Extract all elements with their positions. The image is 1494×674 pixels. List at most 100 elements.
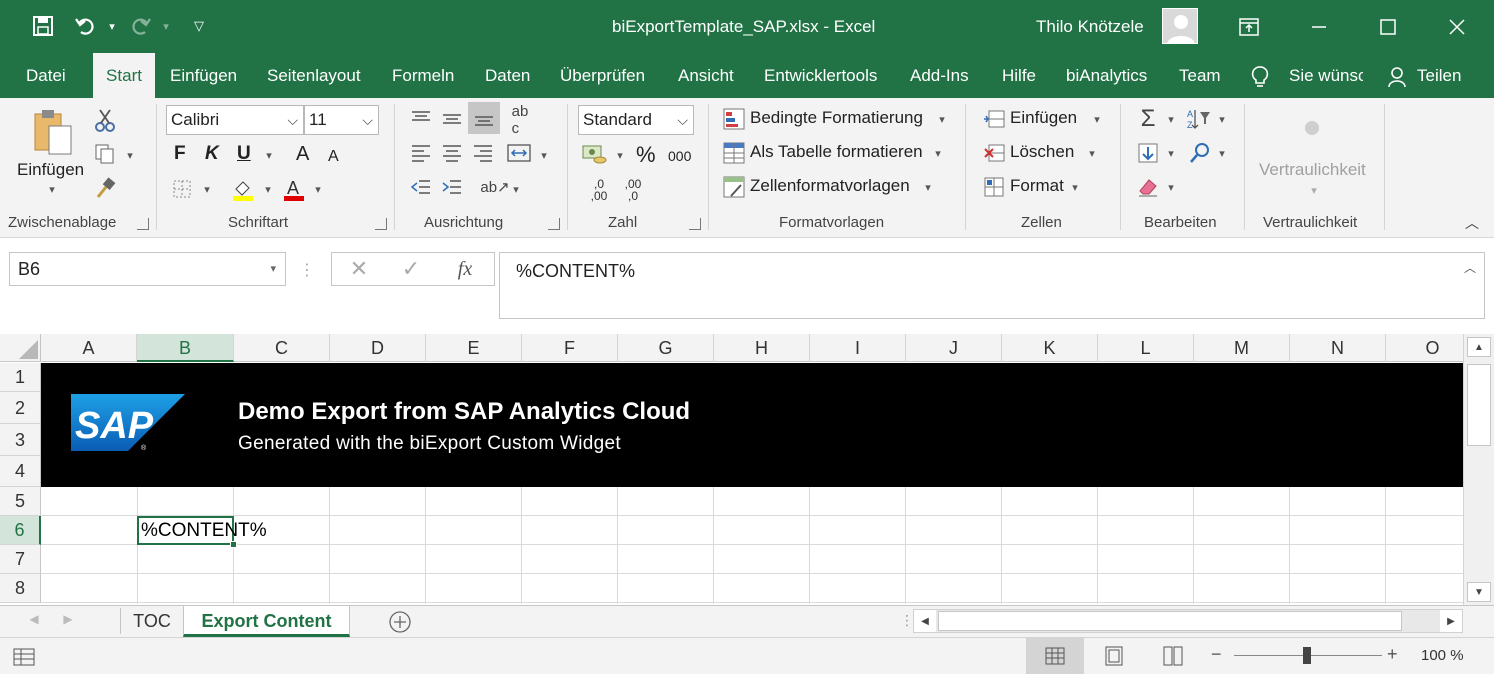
merge-dropdown-icon[interactable]: ▾ <box>538 148 550 162</box>
column-header[interactable]: B <box>137 334 234 362</box>
conditional-formatting-icon[interactable] <box>722 107 746 131</box>
undo-icon[interactable] <box>72 12 100 40</box>
cell-styles-button[interactable]: Zellenformatvorlagen <box>750 176 910 196</box>
sort-filter-dropdown-icon[interactable]: ▾ <box>1216 112 1228 126</box>
share-button[interactable]: Teilen <box>1417 53 1461 98</box>
autosum-dropdown-icon[interactable]: ▾ <box>1165 112 1177 126</box>
horizontal-scroll-thumb[interactable] <box>938 611 1402 631</box>
format-cells-icon[interactable] <box>982 175 1006 199</box>
select-all-button[interactable] <box>0 334 41 362</box>
tab-daten[interactable]: Daten <box>485 53 530 98</box>
scroll-down-icon[interactable]: ▼ <box>1467 582 1491 602</box>
fill-color-dropdown-icon[interactable]: ▾ <box>262 182 274 196</box>
number-format-select[interactable]: Standard ⌵ <box>578 105 694 135</box>
tab-bianalytics[interactable]: biAnalytics <box>1066 53 1147 98</box>
paste-button[interactable]: Einfügen <box>17 160 84 180</box>
sensitivity-dropdown-icon[interactable]: ▾ <box>1308 184 1320 197</box>
maximize-icon[interactable] <box>1365 0 1411 53</box>
zoom-out-icon[interactable]: − <box>1211 644 1227 666</box>
format-as-table-dropdown-icon[interactable]: ▾ <box>932 146 944 160</box>
tab-hilfe[interactable]: Hilfe <box>1002 53 1036 98</box>
save-icon[interactable] <box>29 12 57 40</box>
expand-formula-bar-icon[interactable]: ︿ <box>1464 259 1476 276</box>
tell-me-search[interactable]: Sie wünsc <box>1289 53 1363 98</box>
tab-entwicklertools[interactable]: Entwicklertools <box>764 53 877 98</box>
format-as-table-icon[interactable] <box>722 141 746 165</box>
column-header[interactable]: I <box>810 334 906 362</box>
name-box[interactable]: B6 ▾ <box>9 252 286 286</box>
sensitivity-button[interactable]: Vertraulichkeit <box>1259 160 1366 180</box>
tab-ansicht[interactable]: Ansicht <box>678 53 734 98</box>
find-select-dropdown-icon[interactable]: ▾ <box>1216 146 1228 160</box>
cut-icon[interactable] <box>93 108 117 132</box>
minimize-icon[interactable] <box>1296 0 1342 53</box>
merge-center-icon[interactable] <box>505 140 533 166</box>
column-header[interactable]: C <box>234 334 330 362</box>
tab-seitenlayout[interactable]: Seitenlayout <box>267 53 361 98</box>
sheet-next-icon[interactable]: ▶ <box>60 612 76 630</box>
collapse-ribbon-icon[interactable]: ︿ <box>1462 214 1482 232</box>
insert-cells-button[interactable]: Einfügen <box>1010 108 1077 128</box>
accounting-dropdown-icon[interactable]: ▾ <box>614 148 626 162</box>
orientation-icon[interactable]: ab c <box>506 103 534 137</box>
underline-dropdown-icon[interactable]: ▾ <box>263 148 275 162</box>
tab-datei[interactable]: Datei <box>26 53 66 98</box>
cancel-entry-icon[interactable]: ✕ <box>346 256 372 282</box>
tab-split-handle-icon[interactable]: ⋮ <box>900 612 914 632</box>
worksheet-grid[interactable]: A B C D E F G H I J K L M N O 1 2 3 4 5 … <box>0 334 1463 604</box>
column-header[interactable]: G <box>618 334 714 362</box>
tab-ueberpruefen[interactable]: Überprüfen <box>560 53 645 98</box>
format-cells-button[interactable]: Format <box>1010 176 1064 196</box>
alignment-launcher-icon[interactable] <box>548 218 560 230</box>
align-center-icon[interactable] <box>437 140 467 166</box>
cell-styles-dropdown-icon[interactable]: ▾ <box>922 180 934 194</box>
autosum-icon[interactable]: Σ <box>1135 105 1161 132</box>
sheet-prev-icon[interactable]: ◀ <box>26 612 42 630</box>
paste-icon[interactable] <box>30 108 76 158</box>
column-header[interactable]: O <box>1386 334 1463 362</box>
italic-button[interactable]: K <box>205 143 219 165</box>
font-size-select[interactable]: 11 ⌵ <box>304 105 379 135</box>
underline-button[interactable]: U <box>237 143 251 165</box>
increase-indent-icon[interactable] <box>437 174 467 200</box>
row-header[interactable]: 7 <box>0 545 41 574</box>
column-header[interactable]: H <box>714 334 810 362</box>
format-painter-icon[interactable] <box>93 176 117 200</box>
row-header[interactable]: 5 <box>0 487 41 516</box>
text-direction-dropdown-icon[interactable]: ▾ <box>510 182 522 196</box>
find-select-icon[interactable] <box>1187 140 1213 166</box>
horizontal-scrollbar[interactable]: ◀ ▶ <box>913 609 1463 633</box>
decrease-indent-icon[interactable] <box>406 174 436 200</box>
redo-icon[interactable] <box>126 12 154 40</box>
cell-styles-icon[interactable] <box>722 175 746 199</box>
column-header[interactable]: F <box>522 334 618 362</box>
redo-dropdown-icon[interactable]: ▾ <box>152 12 180 40</box>
format-as-table-button[interactable]: Als Tabelle formatieren <box>750 142 923 162</box>
page-layout-view-icon[interactable] <box>1104 646 1126 666</box>
conditional-formatting-dropdown-icon[interactable]: ▾ <box>936 112 948 126</box>
delete-cells-dropdown-icon[interactable]: ▾ <box>1086 146 1098 160</box>
delete-cells-button[interactable]: Löschen <box>1010 142 1074 162</box>
close-icon[interactable] <box>1434 0 1480 53</box>
zoom-level[interactable]: 100 % <box>1421 647 1464 664</box>
vertical-scrollbar[interactable]: ▲ ▼ <box>1463 334 1494 605</box>
align-top-icon[interactable] <box>406 106 436 132</box>
font-name-select[interactable]: Calibri ⌵ <box>166 105 304 135</box>
macro-record-icon[interactable] <box>13 647 35 667</box>
fill-handle[interactable] <box>230 541 237 548</box>
fill-color-icon[interactable] <box>230 176 256 202</box>
sheet-tab-export-content[interactable]: Export Content <box>183 606 350 637</box>
row-header[interactable]: 4 <box>0 456 41 487</box>
align-bottom-icon[interactable] <box>468 102 500 134</box>
percent-style-button[interactable]: % <box>636 142 656 168</box>
row-header[interactable]: 8 <box>0 574 41 603</box>
insert-function-icon[interactable]: fx <box>452 256 478 282</box>
delete-cells-icon[interactable] <box>982 141 1006 165</box>
page-break-view-icon[interactable] <box>1163 646 1185 666</box>
align-right-icon[interactable] <box>468 140 498 166</box>
copy-icon[interactable] <box>93 142 117 166</box>
align-left-icon[interactable] <box>406 140 436 166</box>
grow-font-button[interactable]: A <box>296 143 309 166</box>
text-direction-icon[interactable]: ab↗ <box>480 174 510 200</box>
increase-decimal-button[interactable]: ,0 ,00 <box>584 176 614 204</box>
